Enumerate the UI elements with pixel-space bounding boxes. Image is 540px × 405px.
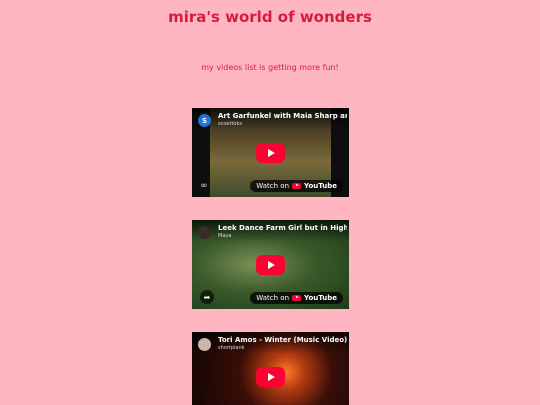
page-subtitle: my videos list is getting more fun!	[201, 63, 339, 72]
video-channel: Maya	[218, 233, 232, 239]
video-channel: shortplank	[218, 345, 245, 351]
play-button[interactable]	[256, 367, 285, 387]
watch-on-youtube-button[interactable]: Watch on YouTube	[250, 180, 343, 192]
video-embed-1[interactable]: S Art Garfunkel with Maia Sharp and B sc…	[192, 108, 349, 197]
play-button[interactable]	[256, 255, 285, 275]
video-embed-3[interactable]: Tori Amos - Winter (Music Video) shortpl…	[192, 332, 349, 405]
watch-on-label: Watch on	[256, 182, 290, 190]
channel-avatar[interactable]	[198, 338, 211, 351]
youtube-wordmark: YouTube	[304, 182, 337, 190]
video-embed-2[interactable]: Leek Dance Farm Girl but in Higher C May…	[192, 220, 349, 309]
watch-on-label: Watch on	[256, 294, 290, 302]
link-icon[interactable]: ∞	[200, 181, 208, 191]
video-title[interactable]: Art Garfunkel with Maia Sharp and B	[218, 112, 347, 120]
youtube-wordmark: YouTube	[304, 294, 337, 302]
play-icon	[268, 373, 275, 381]
play-icon	[268, 261, 275, 269]
play-button[interactable]	[256, 143, 285, 163]
page-title: mira's world of wonders	[168, 8, 372, 26]
channel-avatar[interactable]: S	[198, 114, 211, 127]
watch-on-youtube-button[interactable]: Watch on YouTube	[250, 292, 343, 304]
video-title[interactable]: Leek Dance Farm Girl but in Higher C	[218, 224, 347, 232]
share-icon[interactable]: ➦	[200, 290, 214, 304]
video-channel: scoettoks	[218, 121, 242, 127]
youtube-logo-icon	[292, 295, 302, 301]
play-icon	[268, 149, 275, 157]
channel-avatar[interactable]	[198, 226, 211, 239]
video-title[interactable]: Tori Amos - Winter (Music Video)	[218, 336, 347, 344]
youtube-logo-icon	[292, 183, 302, 189]
